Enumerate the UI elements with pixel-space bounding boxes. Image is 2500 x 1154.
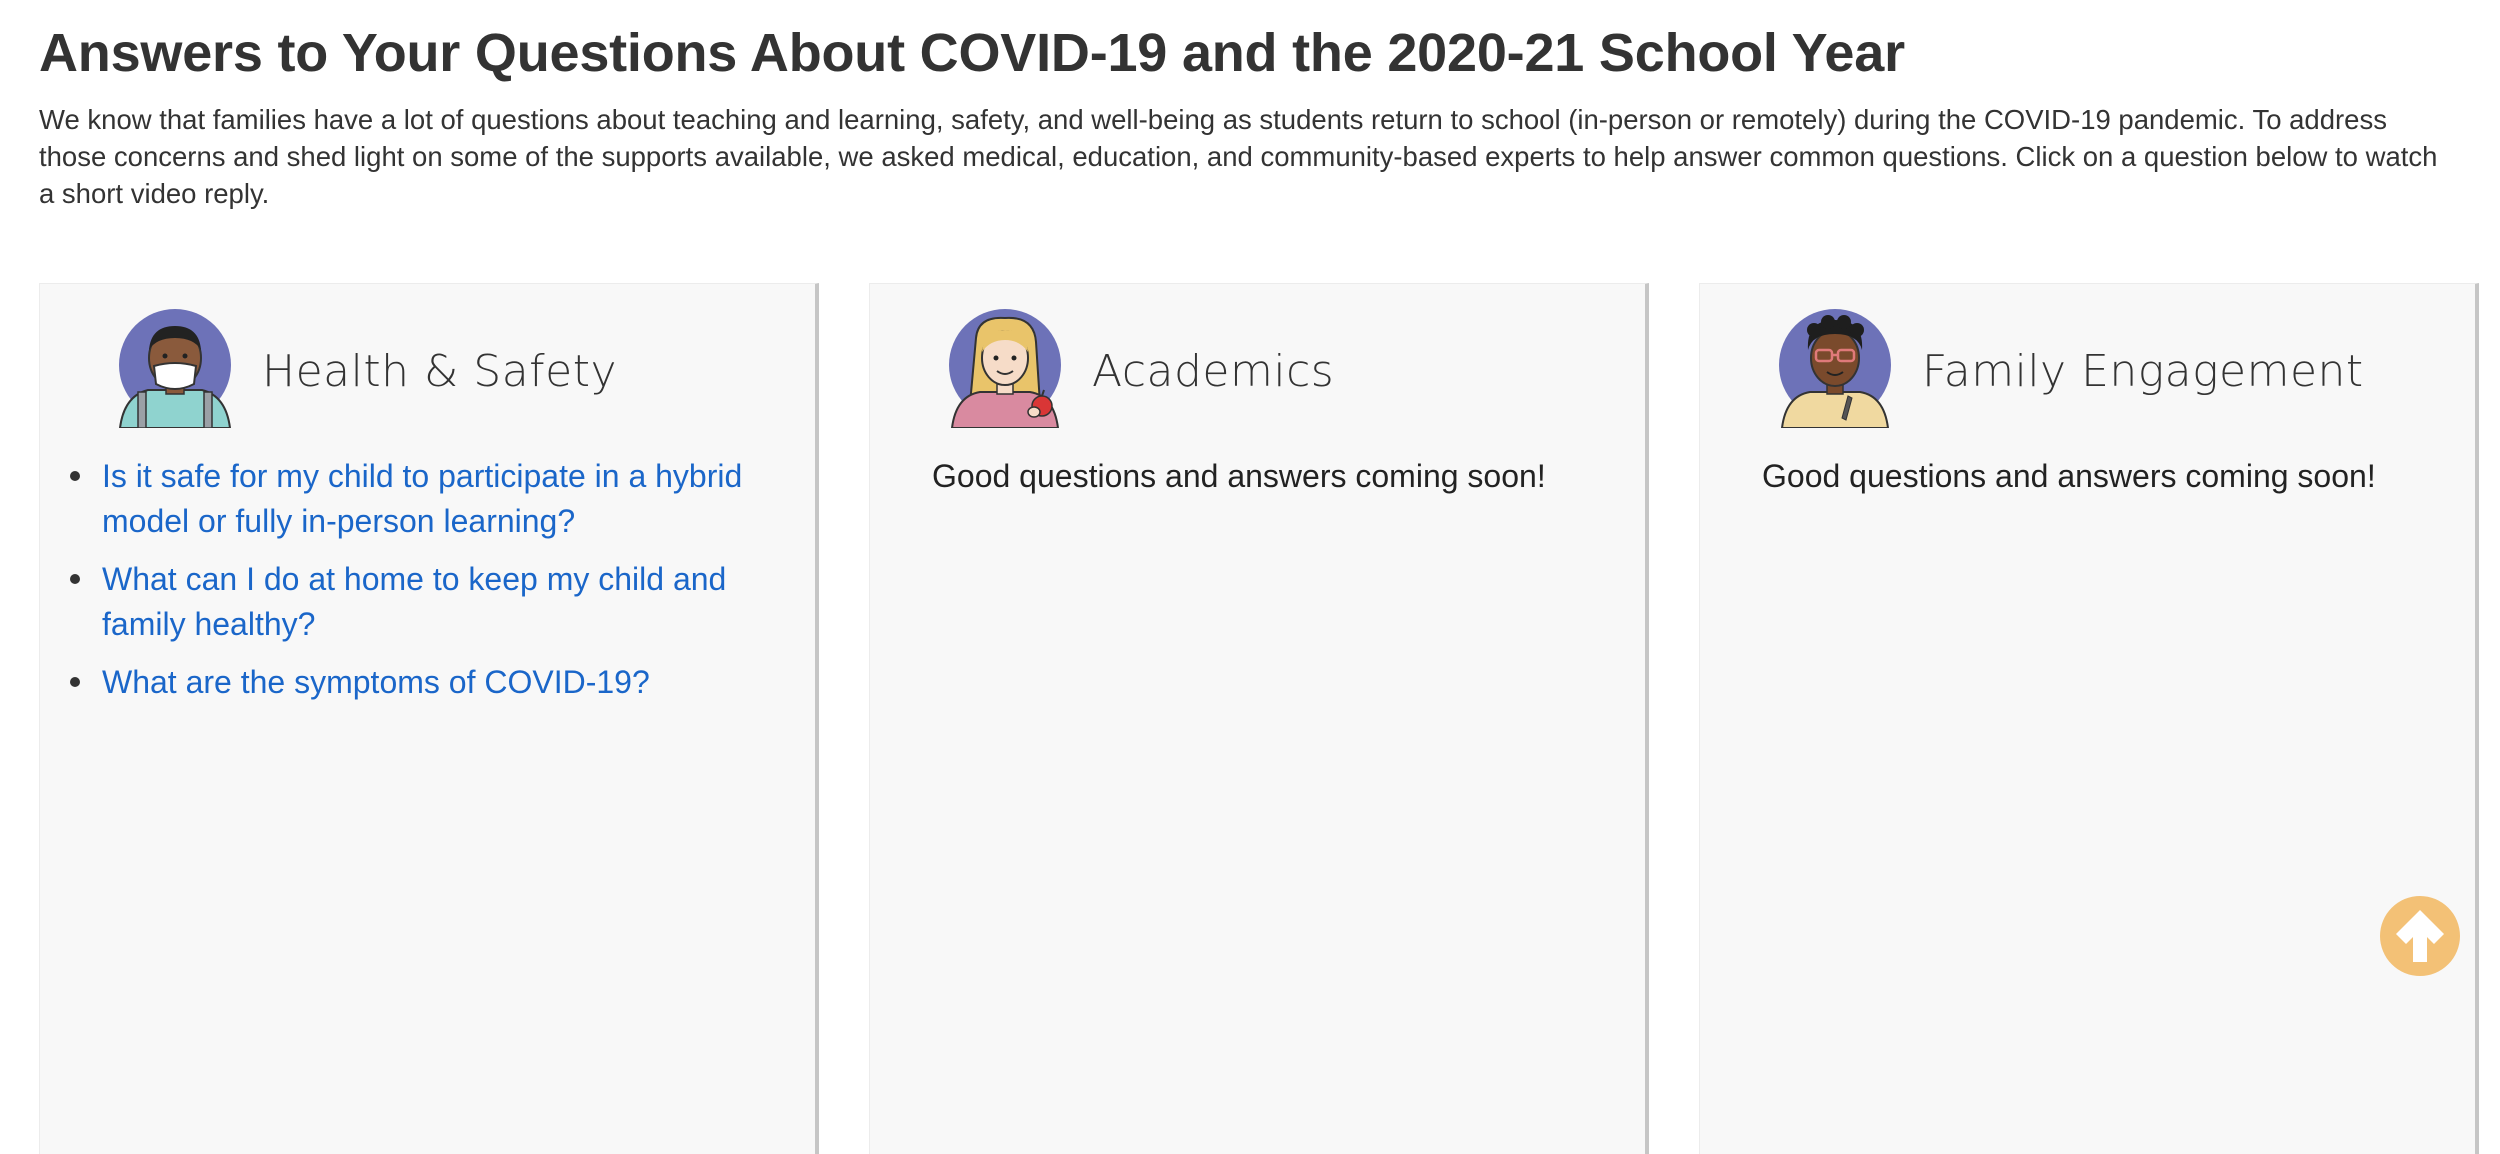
page-intro: We know that families have a lot of ques… (39, 104, 2438, 209)
question-link-hybrid-safety[interactable]: Is it safe for my child to participate i… (102, 454, 762, 544)
arrow-up-icon (2396, 910, 2444, 962)
card-title: Health & Safety (262, 346, 618, 397)
list-item: What can I do at home to keep my child a… (70, 557, 802, 647)
card-health-safety: Health & Safety Is it safe for my child … (39, 283, 819, 1154)
list-item: Is it safe for my child to participate i… (70, 454, 802, 544)
card-title: Academics (1092, 346, 1335, 397)
bullet-icon (70, 677, 80, 687)
coming-soon-message: Good questions and answers coming soon! (932, 458, 1546, 494)
card-title: Family Engagement (1922, 346, 2364, 397)
student-with-glasses-avatar-icon (1778, 308, 1892, 428)
masked-student-avatar-icon (118, 308, 232, 428)
card-family-engagement: Family Engagement Good questions and ans… (1699, 283, 2479, 1154)
student-with-apple-avatar-icon (948, 308, 1062, 428)
question-list: Is it safe for my child to participate i… (70, 454, 802, 718)
scroll-to-top-button[interactable] (2380, 896, 2460, 976)
bullet-icon (70, 574, 80, 584)
list-item: What are the symptoms of COVID-19? (70, 660, 802, 705)
bullet-icon (70, 471, 80, 481)
card-academics: Academics Good questions and answers com… (869, 283, 1649, 1154)
page-title: Answers to Your Questions About COVID-19… (39, 23, 1905, 83)
question-link-home-health[interactable]: What can I do at home to keep my child a… (102, 557, 762, 647)
question-link-symptoms[interactable]: What are the symptoms of COVID-19? (102, 660, 762, 705)
coming-soon-message: Good questions and answers coming soon! (1762, 458, 2376, 494)
page: Answers to Your Questions About COVID-19… (0, 0, 2500, 1154)
